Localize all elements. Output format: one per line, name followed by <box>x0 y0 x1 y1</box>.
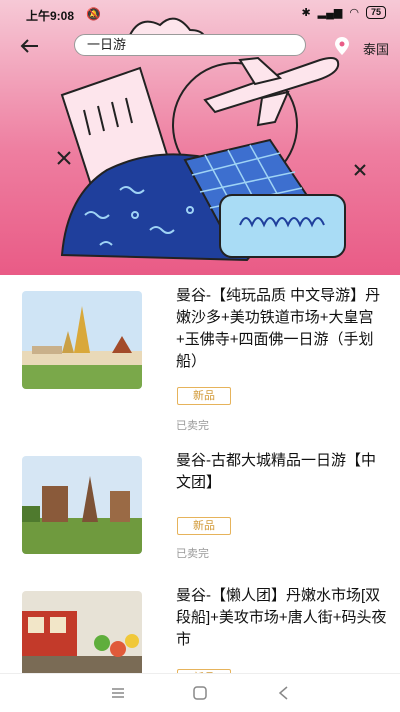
new-badge: 新品 <box>177 387 231 405</box>
location-label[interactable]: 泰国 <box>363 39 389 58</box>
product-title[interactable]: 曼谷-古都大城精品一日游【中文团】 <box>176 450 390 494</box>
product-title[interactable]: 曼谷-【纯玩品质 中文导游】丹嫩沙多+美功铁道市场+大皇宫+玉佛寺+四面佛一日游… <box>176 285 390 373</box>
top-bar: 一日游 泰国 <box>0 30 400 64</box>
status-time: 上午9:08 <box>26 9 75 23</box>
menu-icon[interactable] <box>106 682 130 704</box>
mute-icon: 🔕 <box>86 7 101 21</box>
battery-icon: 75 <box>365 6 386 19</box>
back-arrow-icon[interactable] <box>18 34 42 58</box>
list-item[interactable]: 曼谷-【懒人团】丹嫩水市场[双段船]+美攻市场+唐人街+码头夜市 新品 <box>0 575 400 673</box>
location-pin-icon[interactable] <box>334 36 350 56</box>
ayutthaya-ruins-photo <box>22 456 142 554</box>
soldout-label: 已卖完 <box>176 420 209 432</box>
status-bar: 上午9:08 🔕 ✱ ▂▄▆ ◠ 75 <box>0 0 400 30</box>
wifi-icon: ◠ <box>349 7 359 19</box>
grand-palace-photo <box>22 291 142 389</box>
hero-banner: 上午9:08 🔕 ✱ ▂▄▆ ◠ 75 一日游 泰国 <box>0 0 400 275</box>
back-icon[interactable] <box>272 682 296 704</box>
signal-icon: ▂▄▆ <box>317 7 343 19</box>
list-item[interactable]: 曼谷-古都大城精品一日游【中文团】 新品 已卖完 <box>0 440 400 585</box>
home-icon[interactable] <box>188 682 212 704</box>
product-title[interactable]: 曼谷-【懒人团】丹嫩水市场[双段船]+美攻市场+唐人街+码头夜市 <box>176 585 390 651</box>
system-nav-bar <box>0 673 400 712</box>
bluetooth-icon: ✱ <box>301 7 311 19</box>
new-badge: 新品 <box>177 517 231 535</box>
list-item[interactable]: 曼谷-【纯玩品质 中文导游】丹嫩沙多+美功铁道市场+大皇宫+玉佛寺+四面佛一日游… <box>0 275 400 432</box>
soldout-label: 已卖完 <box>176 548 209 560</box>
status-icons: ✱ ▂▄▆ ◠ 75 <box>301 6 386 19</box>
search-input[interactable]: 一日游 <box>74 34 306 56</box>
product-list: 曼谷-【纯玩品质 中文导游】丹嫩沙多+美功铁道市场+大皇宫+玉佛寺+四面佛一日游… <box>0 275 400 673</box>
train-market-photo <box>22 591 142 673</box>
